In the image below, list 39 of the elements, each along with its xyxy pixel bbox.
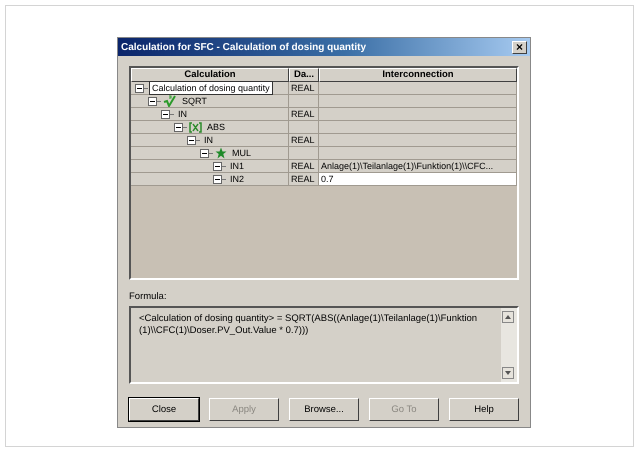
tree-item[interactable]: IN2 [228,173,246,185]
interconnection-field[interactable]: 0.7 [319,173,517,186]
tree-item[interactable]: ABS [205,121,228,133]
scroll-down-icon[interactable] [502,367,514,379]
dialog-button[interactable]: Help [449,398,519,421]
collapse-icon[interactable] [135,84,144,92]
column-header[interactable]: Da... [289,68,319,82]
collapse-icon[interactable] [174,122,183,132]
square-root-icon [163,95,177,107]
table-cell: REAL [289,82,319,95]
table-cell: REAL [289,173,319,186]
collapse-icon[interactable] [161,110,170,118]
absolute-value-icon [189,122,202,132]
collapse-icon[interactable] [213,162,222,170]
table-cell: Anlage(1)\Teilanlage(1)\Funktion(1)\\CFC... [319,160,517,173]
tree-item[interactable]: IN1 [228,160,246,172]
window-title: Calculation for SFC - Calculation of dosing quantity [121,42,366,52]
tree-item[interactable]: MUL [230,147,254,159]
formula-label: Formula: [129,291,168,302]
dialog-button[interactable]: Close [129,398,199,421]
tree-item[interactable]: SQRT [180,95,209,107]
column-header[interactable]: Calculation [131,68,289,82]
table-cell: REAL [289,160,319,173]
collapse-icon[interactable] [148,96,157,106]
tree-item[interactable]: IN [202,134,215,146]
scrollbar[interactable] [501,308,517,382]
table-cell: REAL [289,108,319,121]
tree-item[interactable]: IN [176,108,189,120]
collapse-icon[interactable] [200,148,209,158]
close-button[interactable]: × [512,40,527,54]
dialog-button[interactable]: Browse... [289,398,359,421]
tree-item[interactable]: Calculation of dosing quantity [150,82,272,94]
scroll-up-icon[interactable] [502,311,514,323]
column-header[interactable]: Interconnection [319,68,517,82]
collapse-icon[interactable] [213,174,222,184]
table-cell: REAL [289,134,319,147]
formula-field[interactable]: <Calculation of dosing quantity> = SQRT(ABS((Anlage(1)\Teilanlage(1)\Funktion (1)\\CFC(1)\Doser.PV_Out.Value * 0.7))) [129,306,519,384]
star-icon [215,147,227,159]
collapse-icon[interactable] [187,136,196,144]
